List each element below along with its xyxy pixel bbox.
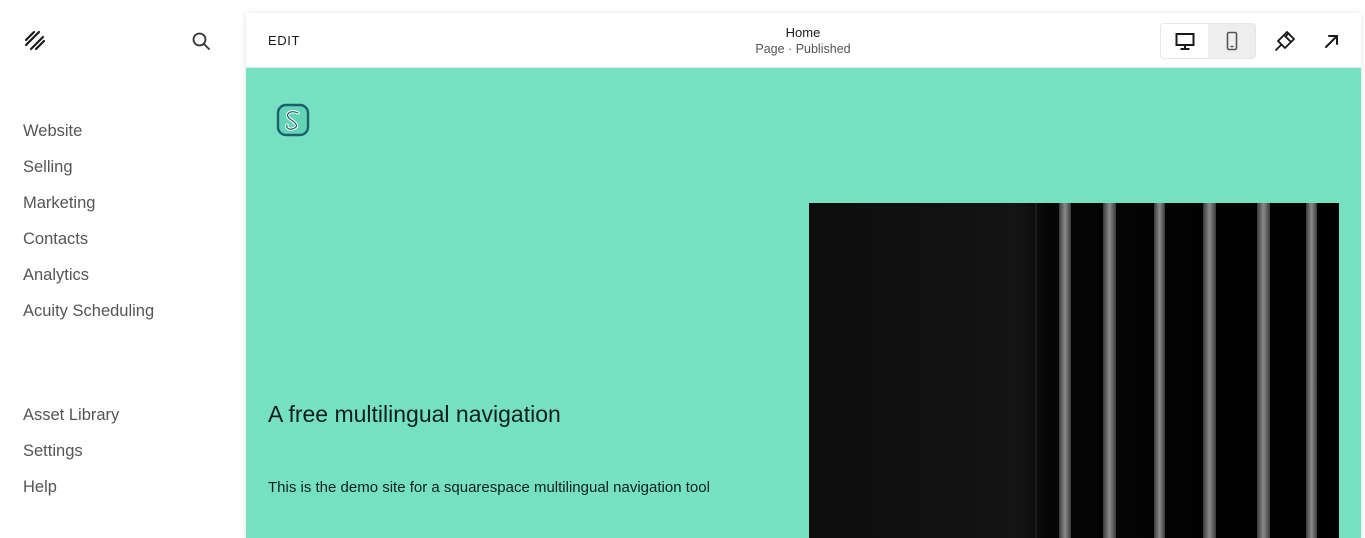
search-icon[interactable] <box>190 30 212 52</box>
sidebar-item-asset-library[interactable]: Asset Library <box>23 404 119 440</box>
edit-button[interactable]: EDIT <box>268 33 300 48</box>
page-info: Home Page · Published <box>703 25 903 57</box>
hero-description: This is the demo site for a squarespace … <box>268 479 710 496</box>
desktop-view-button[interactable] <box>1161 24 1208 58</box>
page-status: Page · Published <box>755 42 851 56</box>
sidebar-item-marketing[interactable]: Marketing <box>23 192 154 228</box>
squarespace-logo-icon[interactable] <box>22 28 48 54</box>
secondary-nav: Asset Library Settings Help <box>23 404 119 512</box>
hero-image <box>809 203 1339 538</box>
primary-nav: Website Selling Marketing Contacts Analy… <box>23 120 154 336</box>
page-editor: EDIT Home Page · Published A free multil… <box>246 13 1361 538</box>
sidebar-item-contacts[interactable]: Contacts <box>23 228 154 264</box>
sidebar-item-help[interactable]: Help <box>23 476 119 512</box>
sidebar-item-settings[interactable]: Settings <box>23 440 119 476</box>
site-preview[interactable]: A free multilingual navigation This is t… <box>246 68 1361 538</box>
hero-heading: A free multilingual navigation <box>268 401 561 427</box>
sidebar-item-analytics[interactable]: Analytics <box>23 264 154 300</box>
sidebar-item-website[interactable]: Website <box>23 120 154 156</box>
app-root: Website Selling Marketing Contacts Analy… <box>0 0 1365 538</box>
mobile-icon <box>1226 31 1237 51</box>
sidebar-item-acuity-scheduling[interactable]: Acuity Scheduling <box>23 300 154 336</box>
arrow-up-right-icon <box>1325 35 1338 48</box>
open-site-button[interactable] <box>1320 29 1344 53</box>
sidebar-item-selling[interactable]: Selling <box>23 156 154 192</box>
editor-toolbar: EDIT Home Page · Published <box>246 13 1361 68</box>
desktop-icon <box>1175 33 1194 50</box>
design-button[interactable] <box>1273 29 1297 53</box>
paintbrush-icon <box>1275 31 1295 51</box>
page-title: Home <box>785 25 821 40</box>
site-logo-icon[interactable] <box>276 103 310 137</box>
sidebar: Website Selling Marketing Contacts Analy… <box>0 0 246 538</box>
mobile-view-button[interactable] <box>1208 24 1255 58</box>
device-toggle <box>1160 23 1256 59</box>
